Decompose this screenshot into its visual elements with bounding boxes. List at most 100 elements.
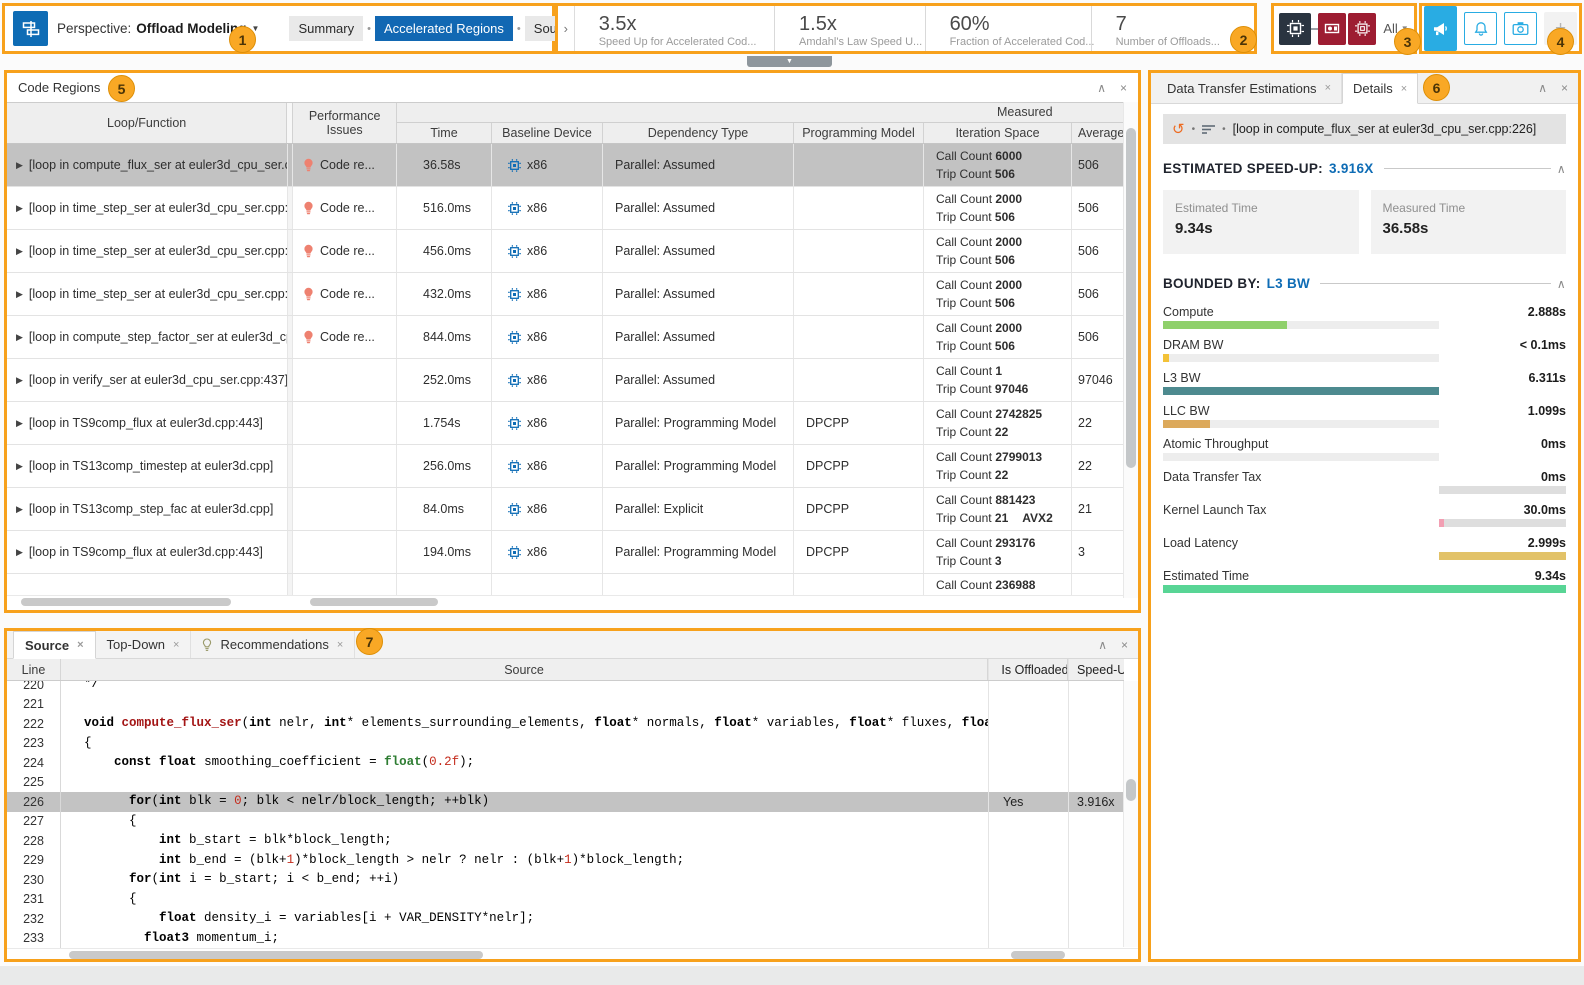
performance-issues-cell[interactable]: Code re...: [293, 144, 397, 186]
source-line-row[interactable]: 225: [7, 773, 1124, 793]
tab-accelerated-regions[interactable]: Accelerated Regions: [375, 16, 513, 41]
stat-value: 9.34s: [1175, 220, 1347, 237]
performance-issues-cell[interactable]: Code re...: [293, 230, 397, 272]
metric-bar-track: [1439, 486, 1566, 494]
cpu-device-icon[interactable]: [1279, 13, 1311, 45]
source-line-row[interactable]: 233 float3 momentum_i;: [7, 929, 1124, 949]
notifications-bell-button[interactable]: [1464, 12, 1497, 45]
expand-metrics-button[interactable]: ›: [558, 6, 575, 51]
column-header-speedup[interactable]: Speed-Up: [1068, 659, 1124, 680]
expand-triangle-icon[interactable]: ▶: [16, 203, 23, 214]
code-region-row[interactable]: ▶[loop in TS13comp_step_fac at euler3d.c…: [7, 488, 1124, 531]
source-line-row[interactable]: 222 void compute_flux_ser(int nelr, int*…: [7, 714, 1124, 734]
column-header-line[interactable]: Line: [7, 659, 61, 680]
tab-source[interactable]: Source ×: [13, 631, 96, 659]
column-header-performance-issues[interactable]: PerformanceIssues: [293, 103, 397, 143]
collapse-panel-icon[interactable]: ∧: [1097, 81, 1106, 95]
baseline-device-cell: x86: [492, 445, 603, 487]
source-line-row[interactable]: 232 float density_i = variables[i + VAR_…: [7, 909, 1124, 929]
column-header-iteration-space[interactable]: Iteration Space: [924, 123, 1072, 143]
column-header-programming-model[interactable]: Programming Model: [794, 123, 924, 143]
iteration-space-cell: Call Count 236988: [924, 574, 1072, 595]
expand-triangle-icon[interactable]: ▶: [16, 547, 23, 558]
source-line-row[interactable]: 230 for(int i = b_start; i < b_end; ++i): [7, 870, 1124, 890]
tab-top-down[interactable]: Top-Down ×: [96, 631, 192, 658]
vscroll-thumb[interactable]: [1126, 779, 1136, 801]
collapse-panel-icon[interactable]: ∧: [1538, 81, 1547, 95]
device-connector-line: [1311, 28, 1318, 30]
source-line-row[interactable]: 223 {: [7, 734, 1124, 754]
close-tab-icon[interactable]: ×: [77, 639, 83, 651]
collapse-panel-icon[interactable]: ∧: [1098, 638, 1107, 652]
vscroll-thumb[interactable]: [1126, 128, 1136, 468]
source-line-row[interactable]: 231 {: [7, 890, 1124, 910]
column-header-loop-function[interactable]: Loop/Function: [7, 103, 287, 143]
dependency-type-cell: Parallel: Programming Model: [603, 531, 794, 573]
expand-triangle-icon[interactable]: ▶: [16, 418, 23, 429]
code-region-row[interactable]: ▶[loop in verify_ser at euler3d_cpu_ser.…: [7, 359, 1124, 402]
metric-label: DRAM BW: [1163, 338, 1223, 352]
metric-label: Data Transfer Tax: [1163, 470, 1261, 484]
collapse-section-icon[interactable]: ∧: [1557, 162, 1566, 176]
expand-triangle-icon[interactable]: ▶: [16, 504, 23, 515]
snapshot-camera-button[interactable]: [1504, 12, 1537, 45]
code-region-row[interactable]: ▶[loop in TS13comp_timestep at euler3d.c…: [7, 445, 1124, 488]
source-line-row[interactable]: 221: [7, 695, 1124, 715]
column-header-dependency-type[interactable]: Dependency Type: [603, 123, 794, 143]
view-levels-icon[interactable]: [1202, 124, 1215, 135]
code-region-row[interactable]: Call Count 236988: [7, 574, 1124, 595]
column-header-baseline-device[interactable]: Baseline Device: [492, 123, 603, 143]
expand-triangle-icon[interactable]: ▶: [16, 332, 23, 343]
expand-triangle-icon[interactable]: ▶: [16, 160, 23, 171]
close-tab-icon[interactable]: ×: [337, 639, 343, 651]
baseline-device-cell: x86: [492, 230, 603, 272]
column-header-time[interactable]: Time: [397, 123, 492, 143]
close-panel-icon[interactable]: ×: [1121, 638, 1128, 652]
expand-triangle-icon[interactable]: ▶: [16, 289, 23, 300]
time-cell: 256.0ms: [397, 445, 492, 487]
expand-triangle-icon[interactable]: ▶: [16, 375, 23, 386]
expand-triangle-icon[interactable]: ▶: [16, 461, 23, 472]
collapse-section-icon[interactable]: ∧: [1557, 277, 1566, 291]
source-line-row[interactable]: 228 int b_start = blk*block_length;: [7, 831, 1124, 851]
hscroll-thumb[interactable]: [1011, 951, 1065, 959]
gpu-device-icon[interactable]: [1318, 13, 1346, 45]
code-region-row[interactable]: ▶[loop in compute_flux_ser at euler3d_cp…: [7, 144, 1124, 187]
hscroll-thumb[interactable]: [310, 598, 438, 606]
column-header-source[interactable]: Source: [61, 659, 988, 680]
tab-details[interactable]: Details ×: [1342, 73, 1418, 104]
hscroll-thumb[interactable]: [21, 598, 231, 606]
source-line-row[interactable]: 229 int b_end = (blk+1)*block_length > n…: [7, 851, 1124, 871]
source-line-row[interactable]: 227 {: [7, 812, 1124, 832]
performance-issues-cell[interactable]: Code re...: [293, 273, 397, 315]
code-region-row[interactable]: ▶[loop in time_step_ser at euler3d_cpu_s…: [7, 273, 1124, 316]
code-region-row[interactable]: ▶[loop in TS9comp_flux at euler3d.cpp:44…: [7, 531, 1124, 574]
feedback-megaphone-button[interactable]: [1424, 6, 1457, 51]
code-region-row[interactable]: ▶[loop in time_step_ser at euler3d_cpu_s…: [7, 230, 1124, 273]
perspective-toolbar-group: Perspective: Offload Modeling ▼ Summary …: [2, 3, 555, 54]
accelerator-device-icon[interactable]: [1348, 13, 1376, 45]
performance-issues-cell[interactable]: Code re...: [293, 187, 397, 229]
tab-recommendations[interactable]: Recommendations ×: [191, 631, 355, 658]
tab-summary[interactable]: Summary: [289, 16, 363, 41]
tab-data-transfer-estimations[interactable]: Data Transfer Estimations ×: [1157, 73, 1342, 103]
close-tab-icon[interactable]: ×: [173, 639, 179, 651]
column-header-average[interactable]: Average: [1072, 123, 1124, 143]
close-panel-icon[interactable]: ×: [1120, 81, 1127, 95]
source-line-row[interactable]: 226 for(int blk = 0; blk < nelr/block_le…: [7, 792, 1124, 812]
column-header-is-offloaded[interactable]: Is Offloaded: [988, 659, 1068, 680]
history-loop-icon[interactable]: ↺: [1172, 122, 1185, 137]
close-tab-icon[interactable]: ×: [1401, 83, 1407, 95]
panel-collapse-handle[interactable]: ▼: [747, 56, 832, 67]
code-region-row[interactable]: ▶[loop in compute_step_factor_ser at eul…: [7, 316, 1124, 359]
expand-triangle-icon[interactable]: ▶: [16, 246, 23, 257]
source-line-row[interactable]: 224 const float smoothing_coefficient = …: [7, 753, 1124, 773]
source-line-row[interactable]: 220 */: [7, 681, 1124, 695]
close-panel-icon[interactable]: ×: [1561, 81, 1568, 95]
hscroll-thumb[interactable]: [69, 951, 483, 959]
performance-issues-cell[interactable]: Code re...: [293, 316, 397, 358]
close-tab-icon[interactable]: ×: [1325, 82, 1331, 94]
performance-issues-cell: [293, 574, 397, 595]
code-region-row[interactable]: ▶[loop in time_step_ser at euler3d_cpu_s…: [7, 187, 1124, 230]
code-region-row[interactable]: ▶[loop in TS9comp_flux at euler3d.cpp:44…: [7, 402, 1124, 445]
